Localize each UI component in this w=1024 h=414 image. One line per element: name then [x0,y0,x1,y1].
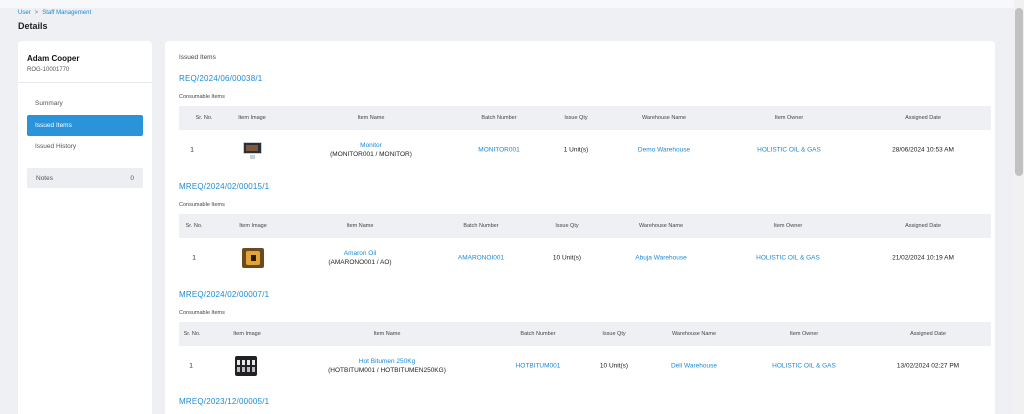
breadcrumb-user[interactable]: User [18,10,31,16]
cell-batch-number[interactable]: HOTBITUM001 [516,363,561,370]
user-name: Adam Cooper [27,54,80,63]
cell-item-name: Amaron Oil (AMARONO001 / AO) [328,250,391,266]
cell-assigned-date: 13/02/2024 02:27 PM [896,362,960,370]
cell-warehouse[interactable]: Demo Warehouse [638,147,690,154]
col-issue-qty: Issue Qty [555,223,579,229]
table-header: Sr. No. Item Image Item Name Batch Numbe… [179,322,991,346]
section-subtitle: Consumable Items [179,94,225,100]
item-code: (AMARONO001 / AO) [328,259,392,266]
notes-label: Notes [36,174,53,182]
col-assigned-date: Assigned Date [910,331,946,337]
col-item-owner: Item Owner [789,331,819,337]
col-sr-no: Sr. No. [185,223,203,229]
cell-item-owner[interactable]: HOLISTIC OIL & GAS [772,363,836,370]
nav-item-summary[interactable]: Summary [27,93,143,114]
cell-batch-number[interactable]: MONITOR001 [478,147,519,154]
cell-issue-qty: 1 Unit(s) [563,146,589,154]
breadcrumb: User > Staff Management [18,10,91,16]
col-item-owner: Item Owner [773,223,803,229]
cell-assigned-date: 28/06/2024 10:53 AM [892,146,954,154]
cell-item-owner[interactable]: HOLISTIC OIL & GAS [756,255,820,262]
user-id: ROG-10001770 [27,67,70,73]
requisition-link[interactable]: MREQ/2024/02/00007/1 [179,290,269,299]
cell-assigned-date: 21/02/2024 10:19 AM [892,254,954,262]
table-row: 1 Monitor (MONITOR001 / MONITOR) MONITOR… [179,130,991,170]
scrollbar-thumb[interactable] [1015,8,1023,176]
monitor-image [240,141,264,159]
col-item-name: Item Name [357,115,385,121]
col-batch-number: Batch Number [520,331,556,337]
bitumen-image [235,356,257,376]
oil-can-image [242,248,264,268]
col-item-image: Item Image [239,223,267,229]
cell-issue-qty: 10 Unit(s) [599,362,629,370]
page-scrollbar[interactable] [1014,0,1024,414]
cell-sr-no: 1 [192,254,196,262]
col-item-name: Item Name [346,223,374,229]
item-name-link[interactable]: Amaron Oil [328,250,391,257]
item-name-link[interactable]: Hot Bitumen 250Kg [328,358,446,365]
cell-item-name: Monitor (MONITOR001 / MONITOR) [330,142,412,158]
requisition-link[interactable]: MREQ/2024/02/00015/1 [179,182,269,191]
cell-sr-no: 1 [190,146,194,154]
divider [18,82,152,83]
col-batch-number: Batch Number [481,115,517,121]
col-warehouse-name: Warehouse Name [671,331,717,337]
col-item-image: Item Image [233,331,261,337]
cell-item-owner[interactable]: HOLISTIC OIL & GAS [757,147,821,154]
col-warehouse-name: Warehouse Name [641,115,687,121]
table-row: 1 Amaron Oil (AMARONO001 / AO) AMARONOI0… [179,238,991,278]
col-item-image: Item Image [238,115,266,121]
nav-item-issued-items[interactable]: Issued Items [27,115,143,136]
cell-batch-number[interactable]: AMARONOI001 [458,255,504,262]
item-name-link[interactable]: Monitor [330,142,412,149]
col-assigned-date: Assigned Date [905,223,941,229]
requisition-link[interactable]: REQ/2024/06/00038/1 [179,74,262,83]
col-issue-qty: Issue Qty [564,115,588,121]
col-batch-number: Batch Number [463,223,499,229]
cell-item-name: Hot Bitumen 250Kg (HOTBITUM001 / HOTBITU… [328,358,446,374]
col-warehouse-name: Warehouse Name [638,223,684,229]
profile-sidebar: Adam Cooper ROG-10001770 Summary Issued … [18,41,152,414]
nav-item-issued-history[interactable]: Issued History [27,136,143,157]
table-row: 1 Hot Bitumen 250Kg (HOTBITUM001 / HOTBI… [179,346,991,386]
cell-warehouse[interactable]: Dell Warehouse [671,363,717,370]
section-subtitle: Consumable Items [179,310,225,316]
table-header: Sr. No. Item Image Item Name Batch Numbe… [179,106,991,130]
item-code: (MONITOR001 / MONITOR) [330,151,412,158]
requisition-link[interactable]: MREQ/2023/12/00005/1 [179,397,269,406]
cell-warehouse[interactable]: Abuja Warehouse [635,255,686,262]
top-bar [0,0,1024,8]
issued-items-panel: Issued Items REQ/2024/06/00038/1 Consuma… [165,41,995,414]
col-issue-qty: Issue Qty [602,331,626,337]
cell-issue-qty: 10 Unit(s) [552,254,582,262]
breadcrumb-staff-management[interactable]: Staff Management [42,10,91,16]
section-subtitle: Consumable Items [179,202,225,208]
col-sr-no: Sr. No. [195,115,213,121]
notes-row[interactable]: Notes 0 [27,168,143,188]
breadcrumb-separator: > [34,10,39,16]
page-title: Details [18,21,48,31]
table-header: Sr. No. Item Image Item Name Batch Numbe… [179,214,991,238]
col-assigned-date: Assigned Date [905,115,941,121]
cell-sr-no: 1 [189,362,193,370]
col-sr-no: Sr. No. [183,331,201,337]
col-item-owner: Item Owner [774,115,804,121]
panel-title: Issued Items [179,54,216,61]
item-code: (HOTBITUM001 / HOTBITUMEN250KG) [328,367,446,374]
col-item-name: Item Name [373,331,401,337]
notes-count-badge: 0 [130,174,134,182]
